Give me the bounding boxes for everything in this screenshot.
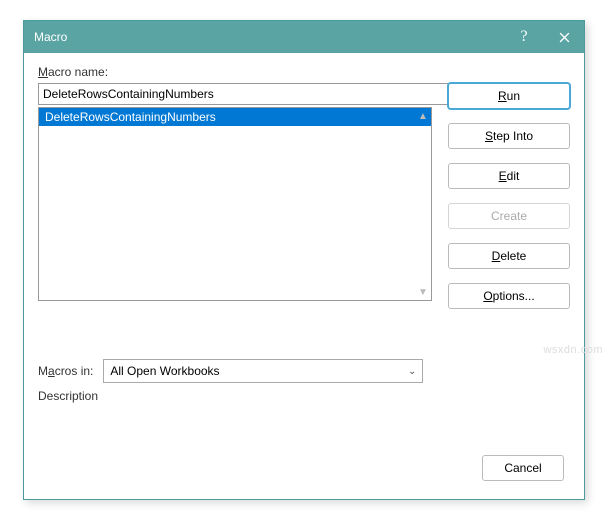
- edit-button[interactable]: Edit: [448, 163, 570, 189]
- macro-name-label: Macro name:: [38, 65, 570, 79]
- watermark-text: wsxdn.com: [543, 344, 603, 356]
- chevron-down-icon: ⌄: [408, 366, 416, 377]
- list-item[interactable]: DeleteRowsContainingNumbers: [39, 108, 431, 126]
- cancel-button[interactable]: Cancel: [482, 455, 564, 481]
- close-button[interactable]: [544, 21, 584, 53]
- scroll-up-icon: ▲: [417, 110, 429, 122]
- help-button[interactable]: ?: [504, 21, 544, 53]
- macro-listbox[interactable]: DeleteRowsContainingNumbers ▲ ▼: [38, 107, 432, 301]
- dialog-title: Macro: [34, 30, 504, 44]
- titlebar: Macro ?: [24, 21, 584, 53]
- macros-in-value: All Open Workbooks: [110, 364, 219, 378]
- macros-in-dropdown[interactable]: All Open Workbooks ⌄: [103, 359, 423, 383]
- delete-button[interactable]: Delete: [448, 243, 570, 269]
- scroll-down-icon: ▼: [417, 286, 429, 298]
- macros-in-label: Macros in:: [38, 364, 93, 378]
- create-button: Create: [448, 203, 570, 229]
- options-button[interactable]: Options...: [448, 283, 570, 309]
- step-into-button[interactable]: Step Into: [448, 123, 570, 149]
- macro-dialog: Macro ? Macro name: DeleteRowsContaining…: [23, 20, 585, 500]
- dialog-body: Macro name: DeleteRowsContainingNumbers …: [24, 53, 584, 499]
- close-icon: [559, 32, 570, 43]
- run-button[interactable]: Run: [448, 83, 570, 109]
- description-label: Description: [38, 389, 98, 403]
